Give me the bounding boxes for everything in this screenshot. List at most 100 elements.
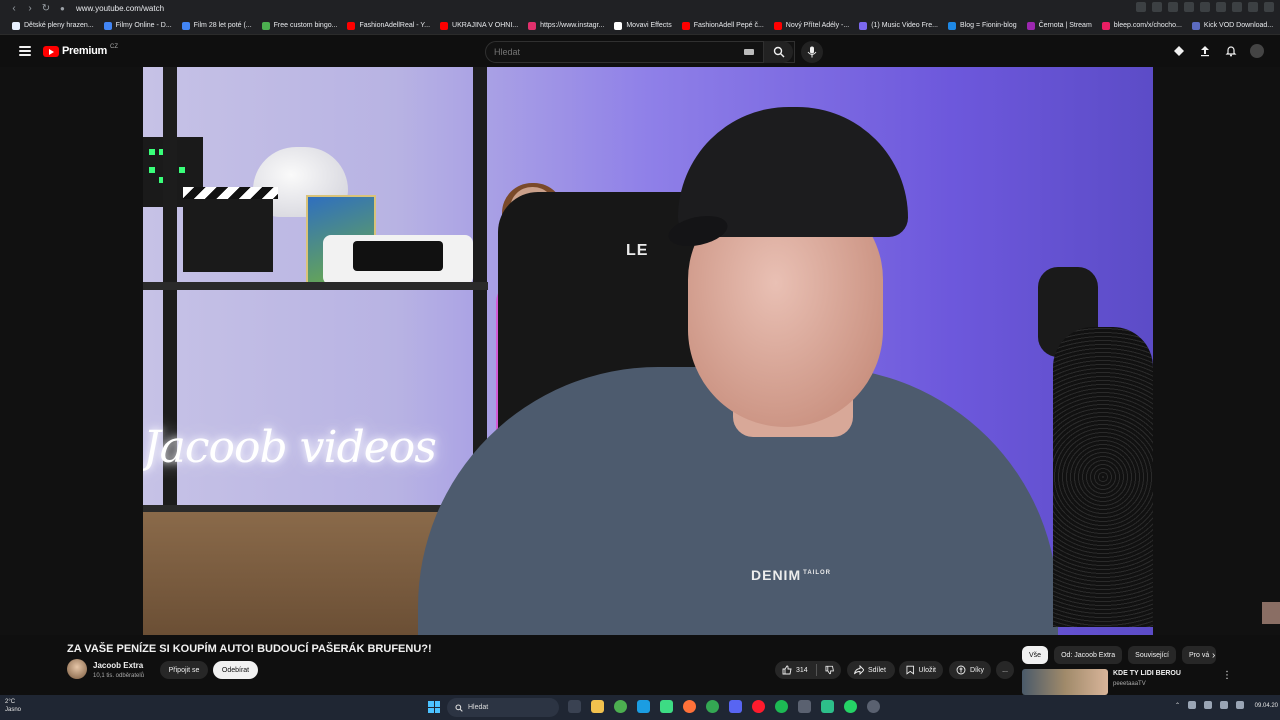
bookmark-item[interactable]: Kick VOD Download... (1191, 21, 1274, 30)
windows-start-icon[interactable] (428, 701, 440, 713)
spotify-icon[interactable] (775, 700, 788, 713)
notifications-bell-icon[interactable] (1224, 44, 1238, 58)
extension-icon[interactable] (1168, 2, 1178, 12)
bookmark-item[interactable]: https://www.instagr... (528, 21, 604, 30)
discord-icon[interactable] (729, 700, 742, 713)
reload-icon[interactable]: ↻ (38, 1, 54, 17)
upload-icon[interactable] (1198, 44, 1212, 58)
bookmark-item[interactable]: Movavi Effects (614, 21, 672, 30)
extension-icon[interactable] (1184, 2, 1194, 12)
like-button[interactable]: 314 (782, 665, 808, 675)
address-bar[interactable]: ● www.youtube.com/watch (60, 2, 1160, 15)
download-icon[interactable] (1216, 2, 1226, 12)
site-info-icon[interactable]: ● (60, 4, 70, 14)
extension-icon[interactable] (1136, 2, 1146, 12)
channel-name[interactable]: Jacoob Extra (93, 661, 143, 670)
recommended-more-icon[interactable]: ⋮ (1222, 670, 1232, 681)
tray-overflow-icon[interactable]: ⌃ (1175, 702, 1180, 709)
bookmark-item[interactable]: UKRAJINA V OHNI... (440, 21, 518, 30)
task-view-icon[interactable] (568, 700, 581, 713)
clapperboard (183, 187, 278, 272)
bookmark-favicon-icon (440, 21, 449, 30)
network-icon[interactable] (1220, 701, 1228, 709)
bookmark-item[interactable]: FashionAdellReal - Y... (347, 21, 430, 30)
recommended-thumbnail[interactable] (1022, 669, 1108, 695)
hamburger-menu-icon[interactable] (19, 46, 31, 56)
bookmark-item[interactable]: Černota | Stream (1026, 21, 1092, 30)
keyboard-icon[interactable] (744, 49, 754, 55)
thumbs-down-icon[interactable] (825, 665, 834, 675)
recommended-title[interactable]: KDE TY LIDI BEROU (1113, 670, 1181, 677)
bookmark-item[interactable]: Nový Přítel Adély -... (773, 21, 850, 30)
recommended-channel[interactable]: peeetaaaTV (1113, 681, 1146, 687)
bookmark-label: Blog = Fionin-blog (959, 22, 1017, 29)
volume-icon[interactable] (1236, 701, 1244, 709)
bookmark-favicon-icon (681, 21, 690, 30)
share-label: Sdílet (868, 666, 886, 674)
opera-icon[interactable] (752, 700, 765, 713)
share-icon (854, 665, 864, 675)
system-tray: ⌃ (1175, 701, 1244, 709)
bookmark-item[interactable]: Blog = Fionin-blog (947, 21, 1017, 30)
weather-widget[interactable]: 2°C Jasno (5, 698, 21, 714)
subscribe-button[interactable]: Odebírat (213, 661, 258, 679)
bookmarks-bar: Dětské pleny hrazen... Filmy Online - D..… (0, 17, 1280, 35)
bookmark-favicon-icon (1101, 21, 1110, 30)
bookmark-item[interactable]: Dětské pleny hrazen... (12, 21, 94, 30)
app-icon[interactable] (821, 700, 834, 713)
bookmark-favicon-icon (103, 21, 112, 30)
app-icon[interactable] (867, 700, 880, 713)
microphone-icon (807, 46, 817, 58)
voice-search-button[interactable] (801, 41, 823, 63)
taskbar-search[interactable]: Hledat (447, 698, 559, 717)
extension-icon[interactable] (1152, 2, 1162, 12)
whatsapp-icon[interactable] (844, 700, 857, 713)
bookmark-item[interactable]: Filmy Online - D... (103, 21, 172, 30)
more-actions-button[interactable]: ... (996, 661, 1014, 679)
search-button[interactable] (763, 41, 793, 63)
share-button[interactable]: Sdílet (847, 661, 895, 679)
taskbar-date[interactable]: 09.04.20 (1255, 703, 1278, 709)
bookmark-item[interactable]: Free custom bingo... (261, 21, 337, 30)
filter-chip[interactable]: Související (1128, 646, 1177, 664)
video-player[interactable]: Jacoob videos LE DENIM TAILOR (0, 67, 1280, 635)
search-input[interactable] (486, 42, 726, 62)
app-icon[interactable] (660, 700, 673, 713)
microphone-tray-icon[interactable] (1188, 701, 1196, 709)
channel-avatar[interactable] (67, 659, 87, 679)
bookmark-item[interactable]: (1) Music Video Fre... (859, 21, 938, 30)
file-explorer-icon[interactable] (591, 700, 604, 713)
display-icon[interactable] (1204, 701, 1212, 709)
firefox-icon[interactable] (683, 700, 696, 713)
bookmark-star-icon[interactable] (1200, 2, 1210, 12)
youtube-logo[interactable]: Premium CZ (43, 44, 118, 57)
header-actions (1172, 44, 1264, 58)
create-icon[interactable] (1172, 44, 1186, 58)
bookmark-item[interactable]: bleep.com/x/chocho... (1101, 21, 1182, 30)
back-icon[interactable]: ‹ (6, 1, 22, 17)
thanks-button[interactable]: Díky (949, 661, 991, 679)
super-thanks-icon (956, 665, 966, 675)
miniplayer-thumbnail[interactable] (1262, 602, 1280, 624)
app-icon[interactable] (798, 700, 811, 713)
filter-chip[interactable]: Od: Jacoob Extra (1054, 646, 1123, 664)
chrome-profile-icon[interactable] (706, 700, 719, 713)
join-button[interactable]: Připojit se (160, 661, 208, 679)
chrome-icon[interactable] (614, 700, 627, 713)
url-text[interactable]: www.youtube.com/watch (76, 4, 164, 13)
bookmark-label: Filmy Online - D... (115, 22, 172, 29)
chip-all[interactable]: Vše (1022, 646, 1049, 664)
steam-icon[interactable] (637, 700, 650, 713)
menu-icon[interactable] (1264, 2, 1274, 12)
bookmark-item[interactable]: Film 28 let poté (... (181, 21, 252, 30)
bookmark-item[interactable]: FashionAdell Pepé č... (681, 21, 764, 30)
bookmark-label: Nový Přítel Adély -... (785, 22, 850, 29)
profile-icon[interactable] (1248, 2, 1258, 12)
chevron-right-icon[interactable]: › (1212, 650, 1215, 661)
bookmark-label: Kick VOD Download... (1203, 22, 1274, 29)
save-button[interactable]: Uložit (899, 661, 943, 679)
forward-icon[interactable]: › (22, 1, 38, 17)
account-avatar[interactable] (1250, 44, 1264, 58)
video-frame[interactable]: Jacoob videos LE DENIM TAILOR (143, 67, 1153, 635)
sidebar-icon[interactable] (1232, 2, 1242, 12)
